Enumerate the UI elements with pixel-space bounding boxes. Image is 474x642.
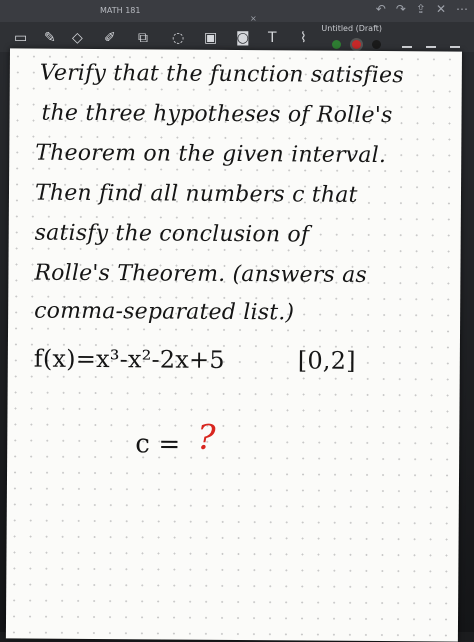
undo-icon[interactable]: ↶ [376, 2, 386, 16]
function-expression: f(x)=x³-x²-2x+5 [33, 344, 225, 374]
stroke-size-medium[interactable] [426, 46, 436, 48]
note-canvas[interactable]: Verify that the function satisfies the t… [5, 48, 462, 642]
note-line-2: the three hypotheses of Rolle's [41, 100, 393, 129]
pen-icon[interactable]: ✎ [44, 30, 56, 46]
export-icon[interactable]: ⇪ [416, 2, 426, 16]
link-icon[interactable]: ⌇ [300, 30, 307, 46]
interval-expression: [0,2] [297, 346, 356, 375]
color-swatch-black[interactable] [372, 40, 381, 49]
stroke-size-thick[interactable] [450, 46, 460, 48]
redo-icon[interactable]: ↷ [396, 2, 406, 16]
sidebar-toggle-icon[interactable]: ▭ [14, 30, 27, 46]
document-title: Untitled (Draft) [321, 24, 382, 33]
lasso-icon[interactable]: ◌ [172, 30, 184, 46]
eraser-icon[interactable]: ◇ [72, 30, 83, 46]
answer-question-mark: ? [197, 417, 216, 458]
note-line-3: Theorem on the given interval. [35, 140, 387, 169]
note-line-4: Then find all numbers c that [34, 180, 358, 208]
text-icon[interactable]: T [268, 30, 277, 46]
more-icon[interactable]: ⋯ [456, 2, 468, 16]
answer-label: c = [135, 429, 181, 460]
note-line-1: Verify that the function satisfies [39, 60, 404, 89]
app-top-bar: MATH 181 ↶ ↷ ⇪ ✕ ⋯ [0, 0, 474, 22]
highlighter-icon[interactable]: ✐ [104, 30, 116, 46]
close-icon[interactable]: ✕ [436, 2, 446, 16]
image-icon[interactable]: ▣ [204, 30, 217, 46]
shapes-icon[interactable]: ⧉ [138, 30, 148, 46]
note-line-7: comma-separated list.) [34, 298, 295, 326]
color-swatch-red[interactable] [352, 40, 361, 49]
note-line-5: satisfy the conclusion of [34, 220, 310, 248]
note-line-6: Rolle's Theorem. (answers as [34, 260, 368, 288]
stroke-size-thin[interactable] [402, 46, 412, 48]
camera-icon[interactable]: ◙ [236, 30, 250, 46]
tab-math181[interactable]: MATH 181 [100, 6, 140, 15]
color-swatch-green[interactable] [332, 40, 341, 49]
top-icon-group: ↶ ↷ ⇪ ✕ ⋯ [376, 2, 468, 16]
